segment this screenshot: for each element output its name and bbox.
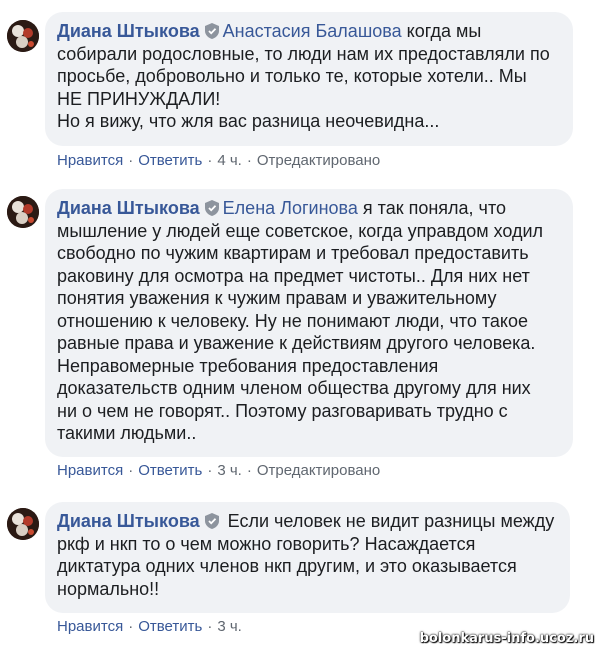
- comment-text-line: понятия уважения к чужим правам и уважит…: [57, 288, 497, 308]
- comment-text-line: когда мы: [401, 21, 482, 41]
- comment-text-line: я так поняла, что: [357, 198, 506, 218]
- comment-text-line: отношению к человеку. Ну не понимают люд…: [57, 310, 528, 331]
- avatar-photo-icon: [7, 20, 39, 52]
- avatar[interactable]: [7, 508, 39, 540]
- mention-link[interactable]: Елена Логинова: [223, 198, 358, 218]
- avatar[interactable]: [7, 20, 39, 52]
- comment-text-line: равные права и уважение к действиям друг…: [57, 333, 536, 353]
- comment-text-line: Но я вижу, что жля вас разница неочевидн…: [57, 111, 440, 131]
- comment-text-line: собирали родословные, то люди нам их пре…: [57, 43, 550, 64]
- like-link[interactable]: Нравится: [57, 152, 123, 169]
- author-name[interactable]: Диана Штыкова: [57, 21, 200, 41]
- separator-dot: ·: [207, 618, 213, 635]
- comment-bubble: Диана Штыкова Если человек не видит разн…: [45, 502, 570, 613]
- author-name[interactable]: Диана Штыкова: [57, 511, 200, 531]
- reply-link[interactable]: Ответить: [138, 462, 202, 479]
- comment-text-line: раковину для осмотра на предмет чистоты.…: [57, 265, 530, 286]
- comment-text-line: Неправомерные требования предоставления: [57, 355, 439, 376]
- separator-dot: ·: [246, 462, 252, 479]
- like-link[interactable]: Нравится: [57, 462, 123, 479]
- comment-text-line: Если человек не видит разницы между: [222, 511, 555, 531]
- comment-text-line: нормально!!: [57, 578, 160, 599]
- separator-dot: ·: [128, 152, 134, 169]
- comment-text-line: просьбе, добровольно и только те, которы…: [57, 66, 527, 86]
- separator-dot: ·: [207, 152, 213, 169]
- comment-actions: Нравится · Ответить · 3 ч. · Отредактировано: [57, 462, 380, 479]
- comment-text-line: НЕ ПРИНУЖДАЛИ!: [57, 88, 221, 109]
- shield-badge-icon: [204, 512, 219, 529]
- timestamp[interactable]: 3 ч.: [217, 618, 242, 635]
- comment-actions: Нравится · Ответить · 3 ч.: [57, 618, 242, 635]
- comment-bubble: Диана Штыкова Елена Логинова я так поняла…: [45, 189, 573, 457]
- comment-text-line: такими людьми..: [57, 423, 197, 443]
- reply-link[interactable]: Ответить: [138, 618, 202, 635]
- comment-actions: Нравится · Ответить · 4 ч. · Отредактировано: [57, 152, 380, 169]
- watermark: bolonkarus-info.ucoz.ru: [419, 631, 594, 646]
- comment-text-line: доказательств одним членом общества друг…: [57, 378, 531, 398]
- author-name[interactable]: Диана Штыкова: [57, 198, 200, 218]
- comment-text-line: ни о чем не говорят.. Поэтому разговарив…: [57, 400, 508, 421]
- avatar-photo-icon: [7, 196, 39, 228]
- comment-text-line: ркф и нкп то о чем можно говорить? Насаж…: [57, 533, 476, 554]
- avatar[interactable]: [7, 196, 39, 228]
- comment-bubble: Диана Штыкова Анастасия Балашова когда мы…: [45, 12, 573, 146]
- comment-text-line: диктатура одних членов нкп другим, и это…: [57, 556, 517, 576]
- avatar-photo-icon: [7, 508, 39, 540]
- edited-label[interactable]: Отредактировано: [257, 462, 380, 479]
- separator-dot: ·: [128, 462, 134, 479]
- edited-label[interactable]: Отредактировано: [257, 152, 380, 169]
- separator-dot: ·: [128, 618, 134, 635]
- comment-text-line: мышление у людей еще советское, когда уп…: [57, 220, 544, 241]
- shield-badge-icon: [204, 199, 219, 216]
- reply-link[interactable]: Ответить: [138, 152, 202, 169]
- comment-text-line: свободно по чужим квартирам и требовал п…: [57, 243, 529, 263]
- timestamp[interactable]: 3 ч.: [217, 462, 242, 479]
- mention-link[interactable]: Анастасия Балашова: [223, 21, 402, 41]
- shield-badge-icon: [204, 22, 219, 39]
- separator-dot: ·: [246, 152, 252, 169]
- separator-dot: ·: [207, 462, 213, 479]
- like-link[interactable]: Нравится: [57, 618, 123, 635]
- timestamp[interactable]: 4 ч.: [217, 152, 242, 169]
